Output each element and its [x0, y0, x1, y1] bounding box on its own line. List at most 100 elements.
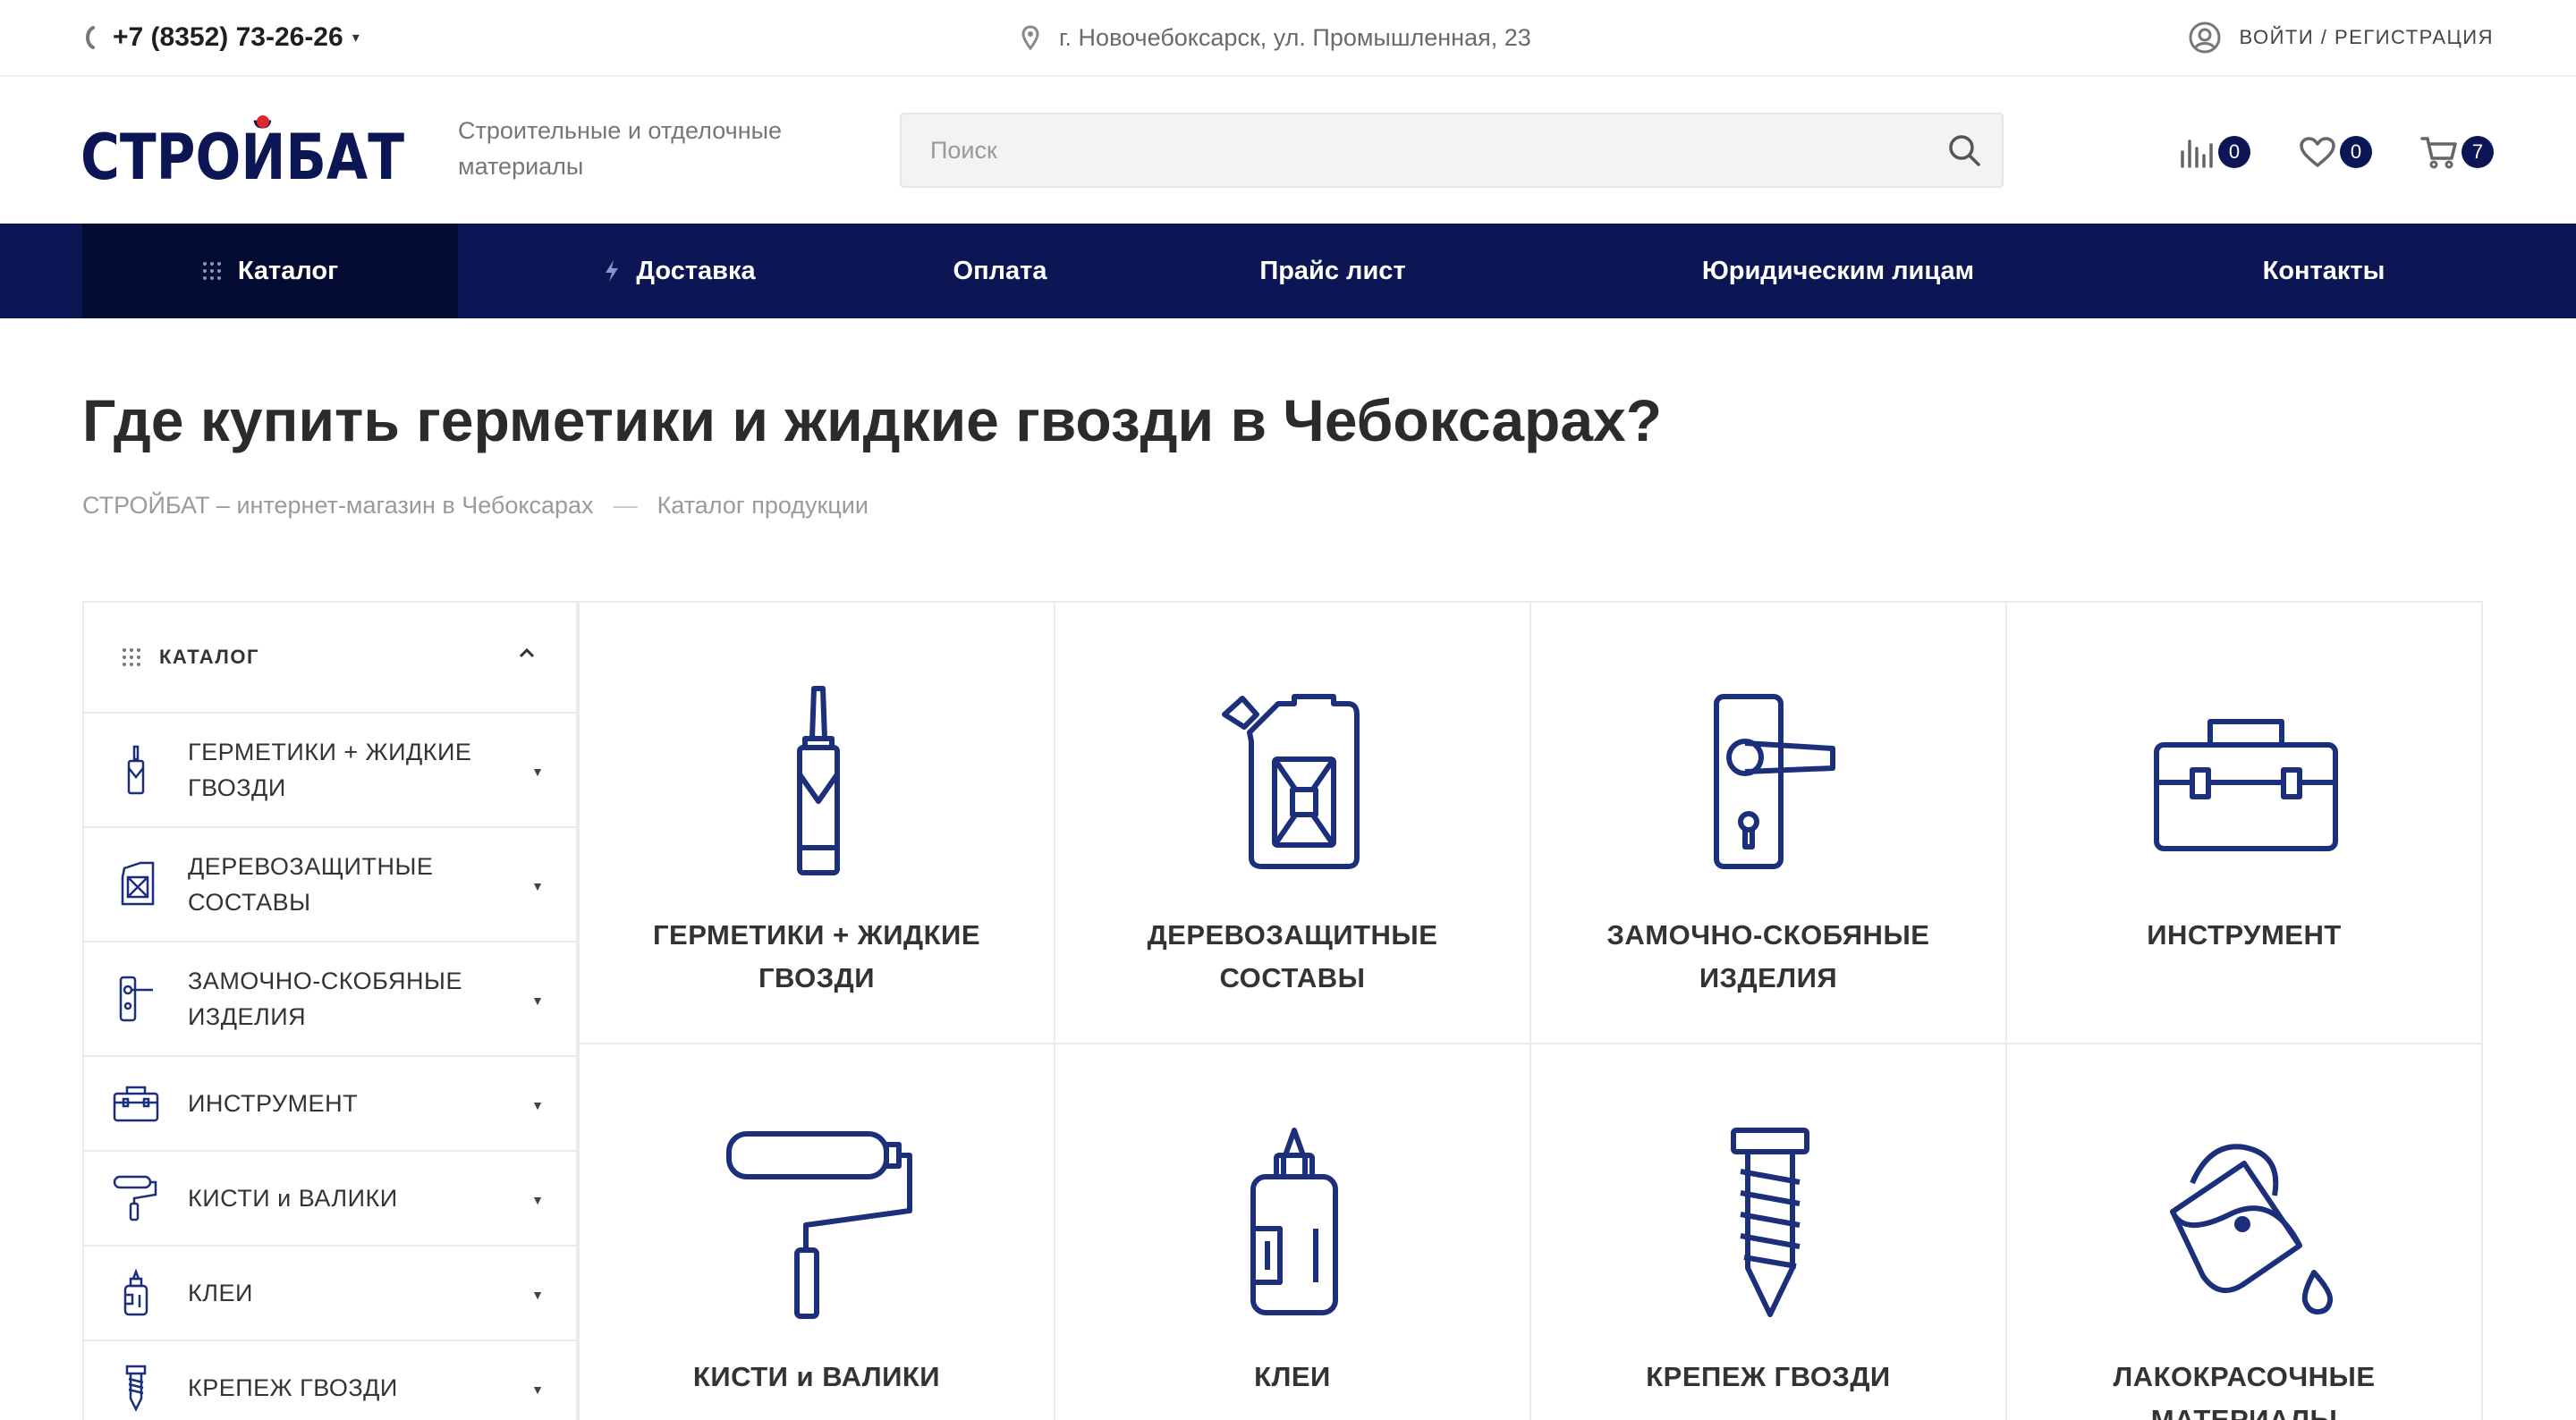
heart-icon: [2300, 137, 2335, 167]
compare-count-badge: 0: [2218, 136, 2250, 168]
sealant-icon: [707, 674, 930, 889]
page-title: Где купить герметики и жидкие гвозди в Ч…: [82, 387, 1663, 453]
nav-contacts[interactable]: Контакты: [2218, 224, 2429, 318]
category-title: КРЕПЕЖ ГВОЗДИ: [1646, 1361, 1891, 1392]
sidebar-item-tools[interactable]: ИНСТРУМЕНТ ▼: [84, 1057, 576, 1152]
address-text: г. Новочебоксарск, ул. Промышленная, 23: [1059, 23, 1531, 51]
screw-icon: [109, 1361, 163, 1415]
sidebar-item-label: ИНСТРУМЕНТ: [188, 1090, 359, 1117]
compare-chart-icon: [2181, 139, 2213, 168]
category-title: КИСТИ и ВАЛИКИ: [692, 1361, 941, 1392]
caret-down-icon[interactable]: ▼: [531, 1193, 544, 1207]
category-card-paints[interactable]: ЛАКОКРАСОЧНЫЕ МАТЕРИАЛЫ: [2005, 1043, 2483, 1420]
category-title: ГЕРМЕТИКИ + ЖИДКИЕ: [652, 919, 981, 951]
sidebar-item-label: СОСТАВЫ: [188, 889, 311, 916]
search-input[interactable]: [902, 114, 1927, 186]
location-pin-icon: [1021, 25, 1039, 50]
nav-legal-entities[interactable]: Юридическим лицам: [1646, 224, 2030, 318]
category-card-glues[interactable]: КЛЕИ: [1054, 1043, 1531, 1420]
cart-button[interactable]: 7: [2420, 135, 2494, 169]
category-card-sealants[interactable]: ГЕРМЕТИКИ + ЖИДКИЕ ГВОЗДИ: [578, 601, 1055, 1044]
favorites-count-badge: 0: [2340, 136, 2372, 168]
logo[interactable]: СТРОЙБАТ: [80, 114, 406, 186]
caret-down-icon[interactable]: ▼: [531, 765, 544, 779]
breadcrumb-separator: —: [613, 492, 638, 519]
category-card-fasteners[interactable]: КРЕПЕЖ ГВОЗДИ: [1530, 1043, 2007, 1420]
category-grid: ГЕРМЕТИКИ + ЖИДКИЕ ГВОЗДИ ДЕРЕВОЗАЩИТНЫЕ…: [578, 601, 2487, 1420]
toolbox-icon: [2134, 674, 2358, 889]
nav-contacts-label: Контакты: [2262, 256, 2385, 285]
tagline-line1: Строительные и отделочные: [458, 117, 783, 144]
sidebar-item-label: ГЕРМЕТИКИ + ЖИДКИЕ: [188, 739, 472, 765]
top-bar: +7 (8352) 73-26-26 ▾ г. Новочебоксарск, …: [0, 0, 2576, 77]
logo-text: СТРОЙБАТ: [80, 121, 404, 186]
category-title: ЗАМОЧНО-СКОБЯНЫЕ: [1606, 919, 1930, 951]
toolbox-icon: [109, 1077, 163, 1130]
nav-catalog[interactable]: Каталог: [82, 224, 458, 318]
sidebar-item-wood-protection[interactable]: ДЕРЕВОЗАЩИТНЫЕ СОСТАВЫ ▼: [84, 828, 576, 942]
paint-roller-icon: [707, 1116, 930, 1331]
login-label: ВОЙТИ / РЕГИСТРАЦИЯ: [2239, 26, 2494, 48]
category-card-wood-protection[interactable]: ДЕРЕВОЗАЩИТНЫЕ СОСТАВЫ: [1054, 601, 1531, 1044]
category-title: ДЕРЕВОЗАЩИТНЫЕ: [1147, 919, 1438, 951]
category-title: СОСТАВЫ: [1219, 962, 1366, 993]
category-title: ИНСТРУМЕНТ: [2147, 919, 2342, 951]
catalog-sidebar: КАТАЛОГ ГЕРМЕТИКИ + ЖИДКИЕ ГВОЗДИ ▼ ДЕРЕ…: [82, 601, 578, 1420]
door-handle-icon: [1658, 674, 1882, 889]
sealant-icon: [109, 743, 163, 797]
user-icon: [2189, 21, 2221, 54]
sidebar-item-hardware[interactable]: ЗАМОЧНО-СКОБЯНЫЕ ИЗДЕЛИЯ ▼: [84, 942, 576, 1057]
screw-icon: [1658, 1116, 1882, 1331]
category-card-hardware[interactable]: ЗАМОЧНО-СКОБЯНЫЕ ИЗДЕЛИЯ: [1530, 601, 2007, 1044]
cart-icon: [2420, 137, 2457, 169]
sidebar-item-glues[interactable]: КЛЕИ ▼: [84, 1247, 576, 1341]
sidebar-item-brushes-rollers[interactable]: КИСТИ и ВАЛИКИ ▼: [84, 1152, 576, 1247]
phone-icon: [86, 26, 95, 49]
sidebar-item-label: ДЕРЕВОЗАЩИТНЫЕ: [188, 853, 434, 880]
search-button[interactable]: [1927, 113, 2002, 188]
category-card-tools[interactable]: ИНСТРУМЕНТ: [2005, 601, 2483, 1044]
nav-legal-entities-label: Юридическим лицам: [1701, 256, 1975, 285]
phone-dropdown[interactable]: +7 (8352) 73-26-26 ▾: [82, 20, 360, 55]
caret-down-icon[interactable]: ▼: [531, 1098, 544, 1112]
glue-bottle-icon: [1182, 1116, 1406, 1331]
breadcrumb-home[interactable]: СТРОЙБАТ – интернет-магазин в Чебоксарах: [82, 492, 594, 520]
door-handle-icon: [109, 972, 163, 1026]
cart-count-badge: 7: [2462, 136, 2494, 168]
category-title: ГВОЗДИ: [758, 962, 876, 993]
sidebar-catalog-toggle[interactable]: КАТАЛОГ: [84, 603, 576, 714]
category-card-brushes-rollers[interactable]: КИСТИ и ВАЛИКИ: [578, 1043, 1055, 1420]
paint-roller-icon: [109, 1171, 163, 1225]
grid-dots-icon: [202, 262, 221, 280]
nav-price-list-label: Прайс лист: [1259, 256, 1406, 285]
grid-dots-icon: [123, 648, 140, 666]
favorites-button[interactable]: 0: [2299, 136, 2372, 168]
logo-dot: [257, 115, 269, 128]
sidebar-item-sealants[interactable]: ГЕРМЕТИКИ + ЖИДКИЕ ГВОЗДИ ▼: [84, 714, 576, 828]
sidebar-item-label: КРЕПЕЖ ГВОЗДИ: [188, 1374, 398, 1401]
breadcrumb-catalog[interactable]: Каталог продукции: [657, 492, 869, 520]
main-nav: Каталог Доставка Оплата Прайс лист Юриди…: [0, 224, 2576, 318]
sidebar-item-label: ИЗДЕЛИЯ: [188, 1003, 307, 1030]
compare-button[interactable]: 0: [2179, 136, 2250, 168]
nav-payment[interactable]: Оплата: [894, 224, 1106, 318]
phone-number: +7 (8352) 73-26-26: [113, 22, 343, 52]
nav-catalog-label: Каталог: [237, 256, 339, 285]
nav-price-list[interactable]: Прайс лист: [1216, 224, 1449, 318]
caret-down-icon[interactable]: ▼: [531, 1288, 544, 1302]
caret-down-icon[interactable]: ▼: [531, 879, 544, 893]
canister-icon: [1182, 674, 1406, 889]
category-title: ИЗДЕЛИЯ: [1699, 962, 1838, 993]
breadcrumb: СТРОЙБАТ – интернет-магазин в Чебоксарах…: [82, 492, 869, 520]
caret-down-icon[interactable]: ▼: [531, 993, 544, 1008]
nav-delivery[interactable]: Доставка: [555, 224, 805, 318]
canister-icon: [109, 858, 163, 911]
caret-down-icon[interactable]: ▼: [531, 1382, 544, 1397]
search-box: [900, 113, 2004, 188]
sidebar-item-label: КЛЕИ: [188, 1280, 253, 1306]
sidebar-item-fasteners[interactable]: КРЕПЕЖ ГВОЗДИ ▼: [84, 1341, 576, 1420]
tagline-line2: материалы: [458, 153, 584, 180]
login-link[interactable]: ВОЙТИ / РЕГИСТРАЦИЯ: [2188, 18, 2494, 57]
sidebar-item-label: ЗАМОЧНО-СКОБЯНЫЕ: [188, 968, 462, 994]
sidebar-item-label: ГВОЗДИ: [188, 774, 286, 801]
